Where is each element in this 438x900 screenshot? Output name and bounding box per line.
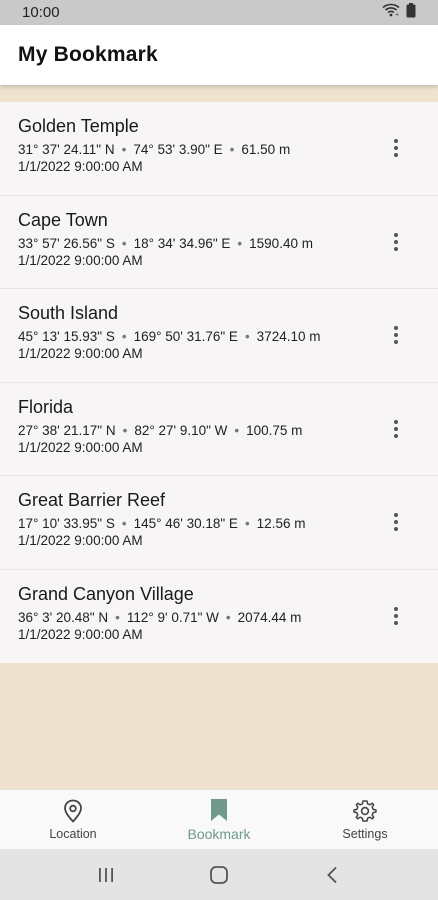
bookmark-coordinates: 33° 57' 26.56" S • 18° 34' 34.96" E • 1590.4… <box>18 235 313 251</box>
bookmark-item-florida[interactable]: Florida 27° 38' 21.17" N • 82° 27' 9.10" W… <box>0 383 438 476</box>
latitude: 27° 38' 21.17" N <box>18 422 116 438</box>
bookmark-list: Golden Temple 31° 37' 24.11" N • 74° 53' 3… <box>0 102 438 663</box>
nav-label-bookmark: Bookmark <box>187 826 251 842</box>
nav-item-settings[interactable]: Settings <box>292 790 438 849</box>
bookmark-date: 1/1/2022 9:00:00 AM <box>18 626 143 642</box>
longitude: 145° 46' 30.18" E <box>133 516 238 531</box>
latitude: 45° 13' 15.93" S <box>18 329 115 344</box>
bookmark-name: Golden Temple <box>18 116 139 136</box>
bookmark-name: Grand Canyon Village <box>18 583 194 604</box>
latitude: 17° 10' 33.95" S <box>18 516 115 531</box>
bookmark-date: 1/1/2022 9:00:00 AM <box>18 533 143 548</box>
status-bar: 10:00 + <box>0 0 438 25</box>
bookmark-item-south-island[interactable]: South Island 45° 13' 15.93" S • 169° 50' 3… <box>0 289 438 383</box>
home-icon[interactable] <box>199 855 239 895</box>
back-icon[interactable] <box>312 855 352 895</box>
battery-icon <box>406 2 416 23</box>
bookmark-date: 1/1/2022 9:00:00 AM <box>18 159 143 174</box>
longitude: 82° 27' 9.10" W <box>134 422 228 438</box>
gear-icon <box>353 798 377 824</box>
bookmark-name: Florida <box>18 396 74 417</box>
bookmark-coordinates: 31° 37' 24.11" N • 74° 53' 3.90" E • 61.50 m <box>18 142 291 157</box>
bookmark-item-great-barrier-reef[interactable]: Great Barrier Reef 17° 10' 33.95" S • 145°… <box>0 476 438 570</box>
nav-label-location: Location <box>49 827 97 841</box>
nav-item-bookmark[interactable]: Bookmark <box>146 790 292 849</box>
more-options-icon[interactable] <box>384 602 408 630</box>
longitude: 74° 53' 3.90" E <box>133 142 223 157</box>
bookmark-item-cape-town[interactable]: Cape Town 33° 57' 26.56" S • 18° 34' 34.96… <box>0 196 438 289</box>
page-title: My Bookmark <box>18 43 158 66</box>
altitude: 12.56 m <box>256 516 306 531</box>
more-options-icon[interactable] <box>384 321 408 349</box>
svg-text:+: + <box>395 12 399 17</box>
bookmark-name: South Island <box>18 303 119 323</box>
app-bar: My Bookmark <box>0 25 438 85</box>
more-options-icon[interactable] <box>384 508 408 536</box>
system-nav-bar <box>0 849 438 900</box>
altitude: 100.75 m <box>246 422 303 438</box>
longitude: 112° 9' 0.71" W <box>126 609 219 625</box>
location-pin-icon <box>63 798 83 824</box>
bookmark-date: 1/1/2022 9:00:00 AM <box>18 252 143 268</box>
bookmark-coordinates: 27° 38' 21.17" N • 82° 27' 9.10" W • 100.75 … <box>18 422 303 438</box>
bookmark-date: 1/1/2022 9:00:00 AM <box>18 439 143 455</box>
altitude: 2074.44 m <box>237 609 302 625</box>
nav-label-settings: Settings <box>342 827 388 841</box>
bookmark-coordinates: 17° 10' 33.95" S • 145° 46' 30.18" E • 12.56… <box>18 516 306 531</box>
wifi-icon: + <box>382 3 400 22</box>
bookmark-name: Cape Town <box>18 209 108 230</box>
bookmark-name: Great Barrier Reef <box>18 490 166 510</box>
bookmark-item-grand-canyon-village[interactable]: Grand Canyon Village 36° 3' 20.48" N • 112… <box>0 570 438 664</box>
longitude: 169° 50' 31.76" E <box>133 329 238 344</box>
more-options-icon[interactable] <box>384 134 408 162</box>
bookmark-icon <box>210 797 228 823</box>
latitude: 33° 57' 26.56" S <box>18 235 115 251</box>
longitude: 18° 34' 34.96" E <box>133 235 231 251</box>
more-options-icon[interactable] <box>384 228 408 256</box>
bookmark-item-golden-temple[interactable]: Golden Temple 31° 37' 24.11" N • 74° 53' 3… <box>0 102 438 196</box>
nav-item-location[interactable]: Location <box>0 790 146 849</box>
bookmark-date: 1/1/2022 9:00:00 AM <box>18 346 143 361</box>
altitude: 61.50 m <box>241 142 291 157</box>
latitude: 31° 37' 24.11" N <box>18 142 115 157</box>
bottom-nav: Location Bookmark Settings <box>0 789 438 849</box>
altitude: 3724.10 m <box>256 329 321 344</box>
status-time: 10:00 <box>22 4 60 21</box>
more-options-icon[interactable] <box>384 415 408 443</box>
bookmark-coordinates: 45° 13' 15.93" S • 169° 50' 31.76" E • 3724.… <box>18 329 321 344</box>
bookmark-coordinates: 36° 3' 20.48" N • 112° 9' 0.71" W • 2074.44 … <box>18 609 302 625</box>
status-icons: + <box>382 2 416 23</box>
recents-icon[interactable] <box>86 855 126 895</box>
altitude: 1590.40 m <box>249 235 313 251</box>
latitude: 36° 3' 20.48" N <box>18 609 109 625</box>
